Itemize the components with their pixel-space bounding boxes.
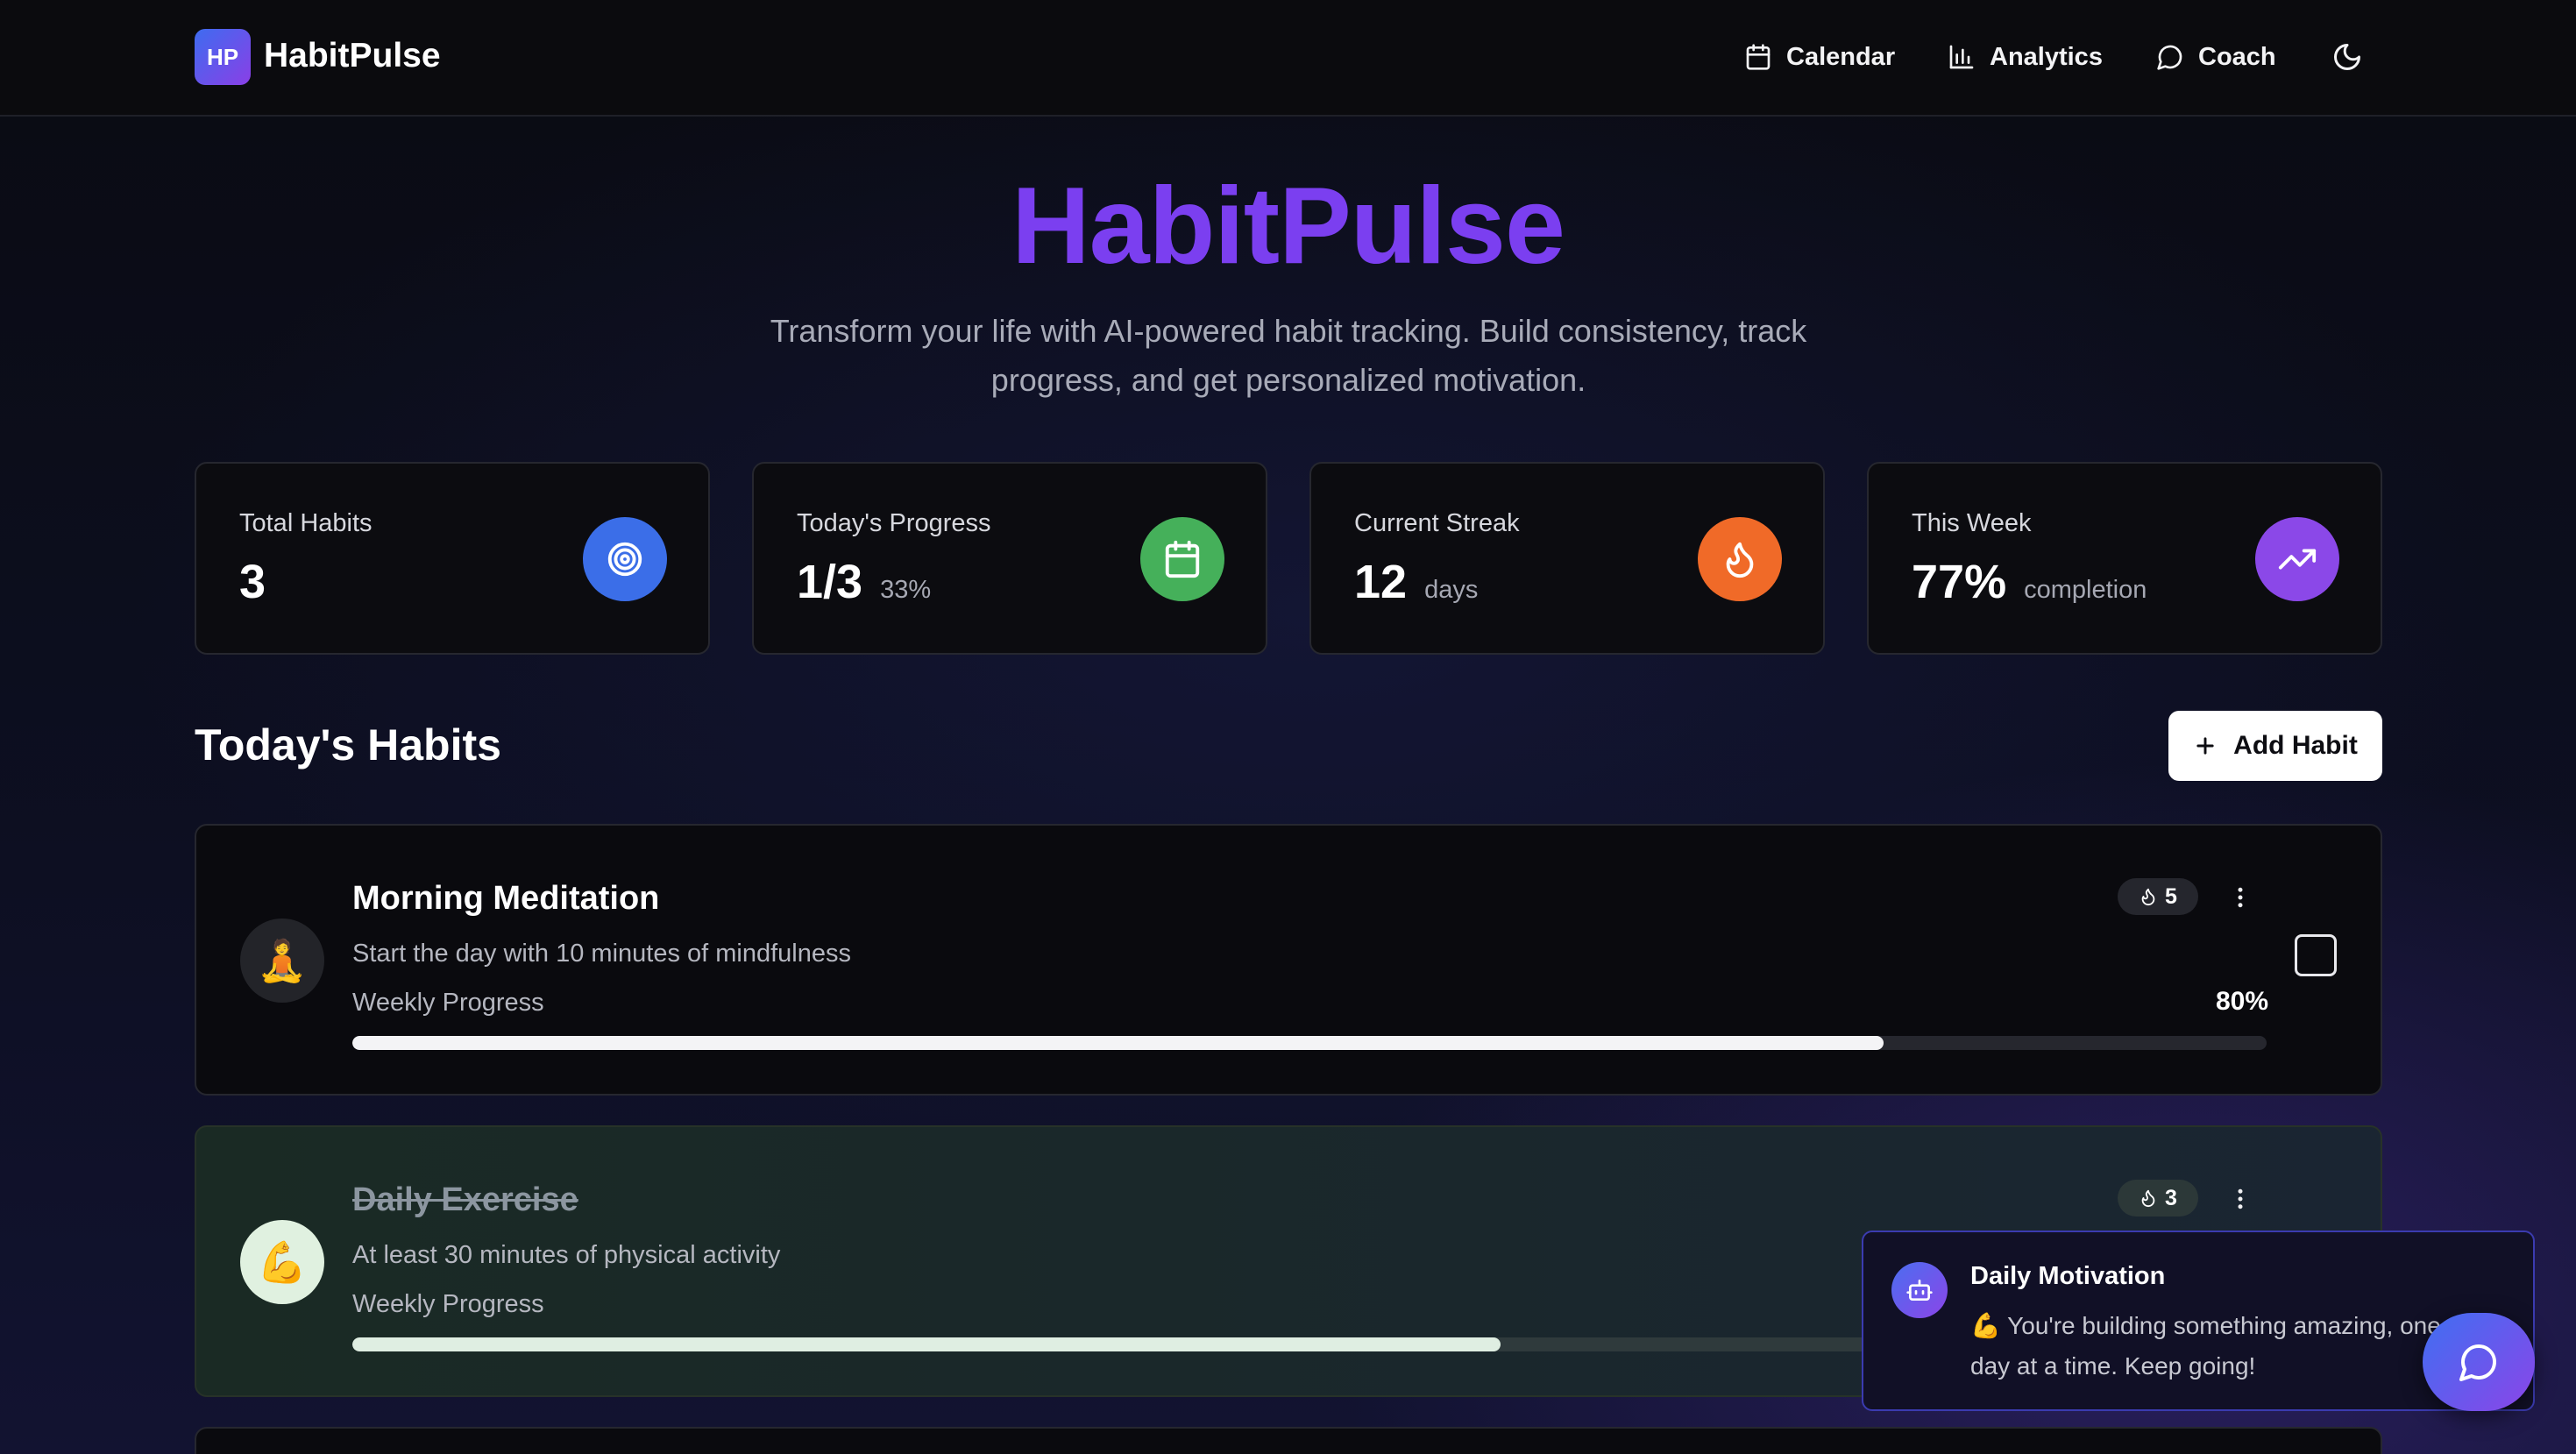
stat-card-todays-progress: Today's Progress 1/3 33% [752, 462, 1267, 655]
habit-description: At least 30 minutes of physical activity [352, 1241, 781, 1269]
habit-emoji: 🧘 [240, 919, 324, 1003]
streak-count: 3 [2165, 1185, 2177, 1210]
stat-value: 12 [1354, 556, 1408, 608]
more-vertical-icon [2238, 1188, 2243, 1209]
nav-calendar[interactable]: Calendar [1744, 35, 1895, 79]
more-vertical-icon [2238, 887, 2243, 908]
chat-bubble-icon [2459, 1344, 2496, 1381]
add-habit-label: Add Habit [2233, 731, 2358, 760]
toast-title: Daily Motivation [1970, 1262, 2166, 1290]
brand-name[interactable]: HabitPulse [264, 33, 441, 79]
nav-coach-label: Coach [2198, 42, 2276, 71]
stat-value-group: 12 days [1354, 553, 1478, 611]
habit-name: Morning Meditation [352, 880, 660, 917]
streak-badge: 3 [2118, 1180, 2198, 1216]
bar-chart-icon [1949, 45, 1974, 69]
flame-icon [1698, 517, 1782, 601]
target-icon [583, 517, 667, 601]
calendar-icon [1140, 517, 1224, 601]
stat-value: 3 [239, 556, 266, 608]
stat-unit: completion [2024, 576, 2147, 604]
habit-card-morning-meditation: 🧘 Morning Meditation Start the day with … [195, 824, 2382, 1096]
progress-fill [352, 1337, 1501, 1351]
hero-subtitle: Transform your life with AI-powered habi… [770, 313, 1807, 398]
coach-chat-button[interactable] [2423, 1313, 2535, 1411]
stat-unit: 33% [880, 576, 932, 604]
habit-complete-checkbox[interactable] [2295, 934, 2337, 976]
progress-fill [352, 1036, 1884, 1050]
nav-analytics[interactable]: Analytics [1948, 35, 2103, 79]
stat-value: 77% [1912, 556, 2007, 608]
chat-bubble-icon [2157, 45, 2182, 70]
nav-coach[interactable]: Coach [2156, 35, 2276, 79]
stat-value: 1/3 [797, 556, 863, 608]
stat-value-group: 77% completion [1912, 553, 2147, 611]
section-title: Today's Habits [195, 720, 501, 770]
weekly-progress-percent: 80% [2215, 987, 2268, 1016]
streak-count: 5 [2165, 883, 2177, 909]
stat-value-group: 1/3 33% [797, 553, 931, 611]
flame-icon [2141, 888, 2155, 906]
stat-label: Today's Progress [797, 509, 991, 537]
habit-menu-button[interactable] [2223, 878, 2258, 917]
stat-label: Current Streak [1354, 509, 1520, 537]
hero-title: HabitPulse [1011, 166, 1565, 287]
stat-value-group: 3 [239, 553, 283, 611]
stat-card-current-streak: Current Streak 12 days [1309, 462, 1825, 655]
nav-analytics-label: Analytics [1990, 42, 2103, 71]
stat-card-total-habits: Total Habits 3 [195, 462, 710, 655]
top-navbar: HP HabitPulse Calendar Analytics Coach [0, 0, 2576, 117]
habit-name: Daily Exercise [352, 1181, 578, 1218]
trending-up-icon [2255, 517, 2339, 601]
plus-icon [2196, 737, 2214, 755]
calendar-icon [1746, 44, 1771, 70]
stat-label: This Week [1912, 509, 2032, 537]
toast-message: 💪 You're building something amazing, one… [1970, 1312, 2441, 1380]
habit-menu-button[interactable] [2223, 1180, 2258, 1218]
flame-icon [2141, 1189, 2155, 1208]
habit-card-partial [195, 1427, 2382, 1454]
weekly-progress-label: Weekly Progress [352, 989, 544, 1017]
logo-badge[interactable]: HP [195, 29, 251, 85]
habit-emoji: 💪 [240, 1220, 324, 1304]
streak-badge: 5 [2118, 878, 2198, 915]
bot-icon [1891, 1262, 1948, 1318]
add-habit-button[interactable]: Add Habit [2168, 711, 2382, 781]
moon-icon [2334, 44, 2360, 70]
theme-toggle-button[interactable] [2331, 41, 2363, 73]
stat-unit: days [1424, 576, 1479, 604]
weekly-progress-bar [352, 1036, 2267, 1050]
stat-card-this-week: This Week 77% completion [1867, 462, 2382, 655]
habit-description: Start the day with 10 minutes of mindful… [352, 940, 852, 968]
stat-label: Total Habits [239, 509, 373, 537]
nav-calendar-label: Calendar [1786, 42, 1896, 71]
weekly-progress-label: Weekly Progress [352, 1290, 544, 1318]
